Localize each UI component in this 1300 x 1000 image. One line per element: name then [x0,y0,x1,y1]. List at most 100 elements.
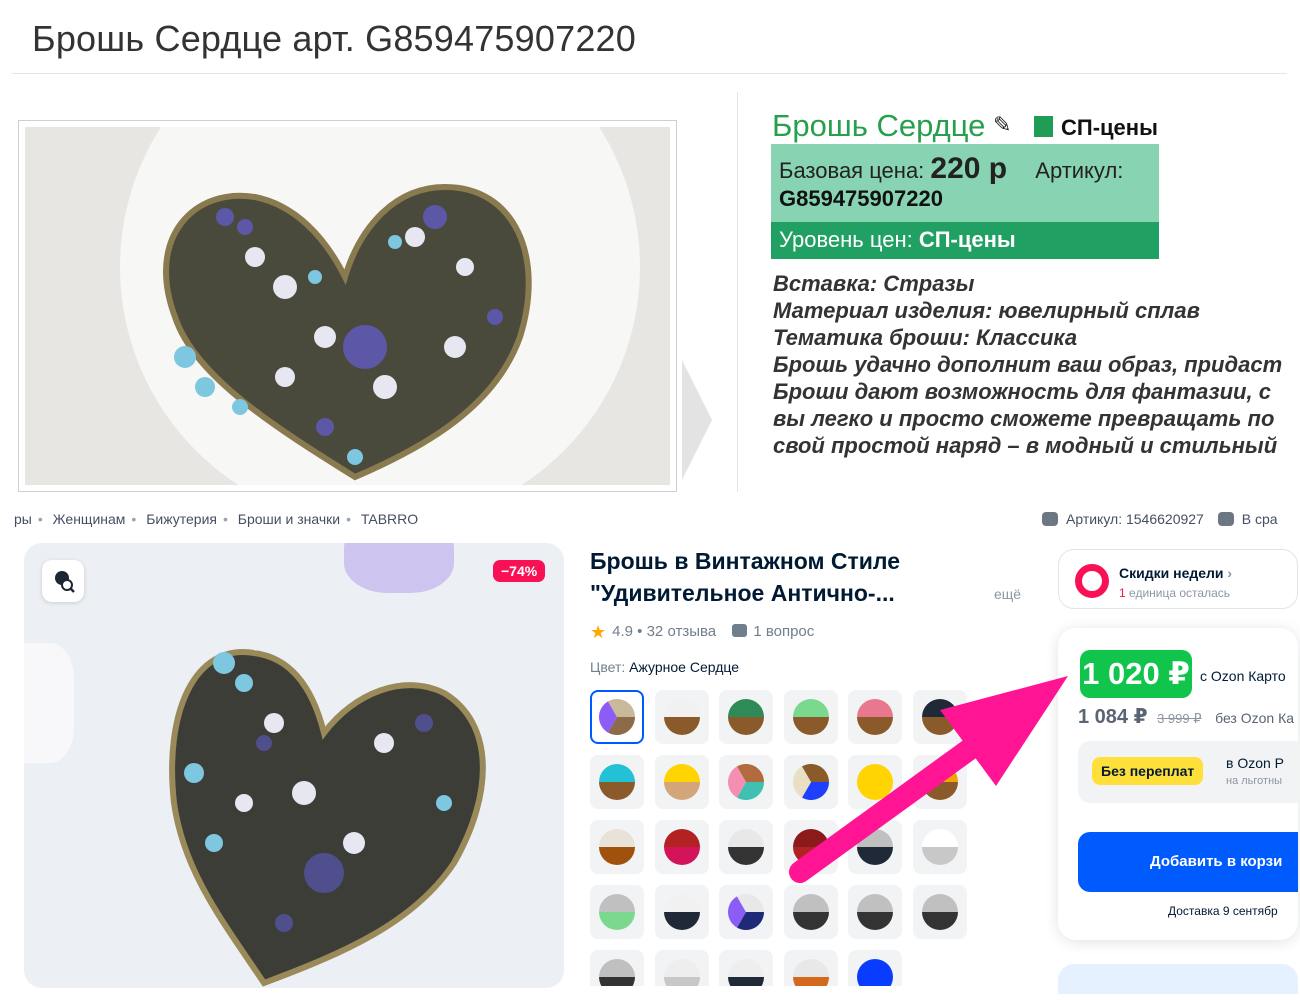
swatch-color-disc [792,959,829,986]
question-icon [732,624,748,637]
color-swatch[interactable] [719,885,773,939]
reviews-link[interactable]: 32 отзыва [647,623,717,640]
swatch-color-disc [792,699,829,735]
color-swatch[interactable] [783,950,838,986]
swatch-segment [663,847,700,865]
color-label: Цвет: [590,659,626,675]
sp-gallery-next-icon[interactable] [680,360,714,480]
swatch-segment [599,847,635,865]
color-swatch[interactable] [719,820,773,874]
compare-link[interactable]: В сра [1242,511,1278,527]
color-swatch[interactable] [848,950,902,986]
color-swatch[interactable] [848,755,902,809]
swatch-color-disc [857,894,893,930]
color-swatch[interactable] [783,755,838,809]
color-swatch[interactable] [590,950,644,986]
swatch-segment [728,699,764,717]
swatch-color-disc [663,894,700,930]
no-overpay-button[interactable]: Без переплат [1092,757,1204,785]
color-swatch[interactable] [848,690,902,744]
color-swatch[interactable] [783,820,838,874]
swatch-color-disc [728,699,764,735]
swatch-color-disc [599,764,635,800]
breadcrumb-separator: • [222,511,228,527]
swatch-segment [728,959,764,977]
sp-product-name[interactable]: Брошь Сердце [772,108,985,144]
price-without-card: 1 084 ₽ [1078,706,1148,728]
color-swatch[interactable] [590,690,644,744]
swatch-segment [728,977,764,986]
color-swatch[interactable] [654,755,709,809]
rating-row[interactable]: ★ 4.9 • 32 отзыва 1 вопрос [590,622,814,643]
installment-block[interactable]: Без переплат в Ozon Р на льготны [1078,741,1298,803]
add-to-cart-button[interactable]: Добавить в корзи [1078,832,1298,892]
copy-icon[interactable] [1042,512,1058,526]
questions-link[interactable]: 1 вопрос [753,623,814,640]
color-swatch[interactable] [783,690,838,744]
swatch-segment [599,912,635,930]
delivery-date: Доставка 9 сентябр [1168,904,1278,918]
swatch-segment [599,829,635,847]
swatch-color-disc [921,894,958,930]
swatch-color-disc [857,829,893,865]
color-swatch[interactable] [590,755,644,809]
color-swatch[interactable] [848,820,902,874]
sp-price-tag-marker [1034,116,1053,137]
sp-description: Вставка: Стразы Материал изделия: ювелир… [773,270,1288,492]
color-swatch[interactable] [783,885,838,939]
compare-icon[interactable] [1217,512,1234,526]
swatch-segment [663,977,700,986]
weekly-deals-promo[interactable]: Скидки недели › 1 единица осталась [1058,549,1298,609]
swatch-color-disc [728,764,764,800]
swatch-segment [599,764,635,782]
swatch-segment [663,764,700,782]
sp-price-level-box: Уровень цен: СП-цены [771,222,1159,259]
visual-search-button[interactable] [42,560,84,602]
title-more-link[interactable]: ещё [994,586,1021,602]
swatch-segment [921,782,958,800]
sp-product-photo-frame[interactable] [18,120,677,492]
sp-price-level-value: СП-цены [918,227,1016,252]
sp-description-line: Материал изделия: ювелирный сплав [773,298,1200,323]
product-sku[interactable]: Артикул: 1546620927 [1066,511,1204,527]
sp-price-level-label: Уровень цен: [779,227,913,252]
color-swatch[interactable] [654,820,709,874]
breadcrumb-item[interactable]: TABRRO [361,511,418,527]
breadcrumb-item[interactable]: Бижутерия [146,511,217,527]
color-swatch[interactable] [912,755,967,809]
color-selection-label: Цвет: Ажурное Сердце [590,659,739,675]
color-swatch[interactable] [719,690,773,744]
color-swatch[interactable] [912,885,967,939]
swatch-segment [921,699,958,717]
color-swatch[interactable] [654,950,709,986]
swatch-color-disc [857,764,893,800]
swatch-segment [857,717,893,735]
edit-wrench-icon[interactable]: ✎ [993,112,1011,138]
color-swatch[interactable] [912,690,967,744]
swatch-color-disc [599,894,635,930]
sp-sku-label: Артикул: [1035,158,1124,183]
swatch-segment [857,699,893,717]
sp-product-photo [25,127,670,485]
discount-badge: −74% [493,560,546,582]
swatch-color-disc [728,829,764,865]
color-swatch[interactable] [654,690,709,744]
color-swatch[interactable] [719,950,773,986]
color-swatch[interactable] [590,820,644,874]
swatch-segment [663,717,700,735]
swatch-segment [663,959,700,977]
color-swatch[interactable] [912,820,967,874]
color-swatch[interactable] [590,885,644,939]
breadcrumb-item[interactable]: ры [14,511,32,527]
sp-page-title: Брошь Сердце арт. G859475907220 [32,18,636,59]
color-swatch[interactable] [719,755,773,809]
swatch-color-disc [663,959,700,986]
color-swatch[interactable] [848,885,902,939]
color-swatch[interactable] [654,885,709,939]
swatch-segment [857,912,893,930]
price-without-card-row: 1 084 ₽ 3 999 ₽ без Ozon Ка [1078,704,1294,729]
breadcrumb-item[interactable]: Броши и значки [238,511,340,527]
breadcrumb-item[interactable]: Женщинам [53,511,126,527]
swatch-color-disc [728,894,764,930]
product-gallery-image[interactable] [24,543,564,988]
